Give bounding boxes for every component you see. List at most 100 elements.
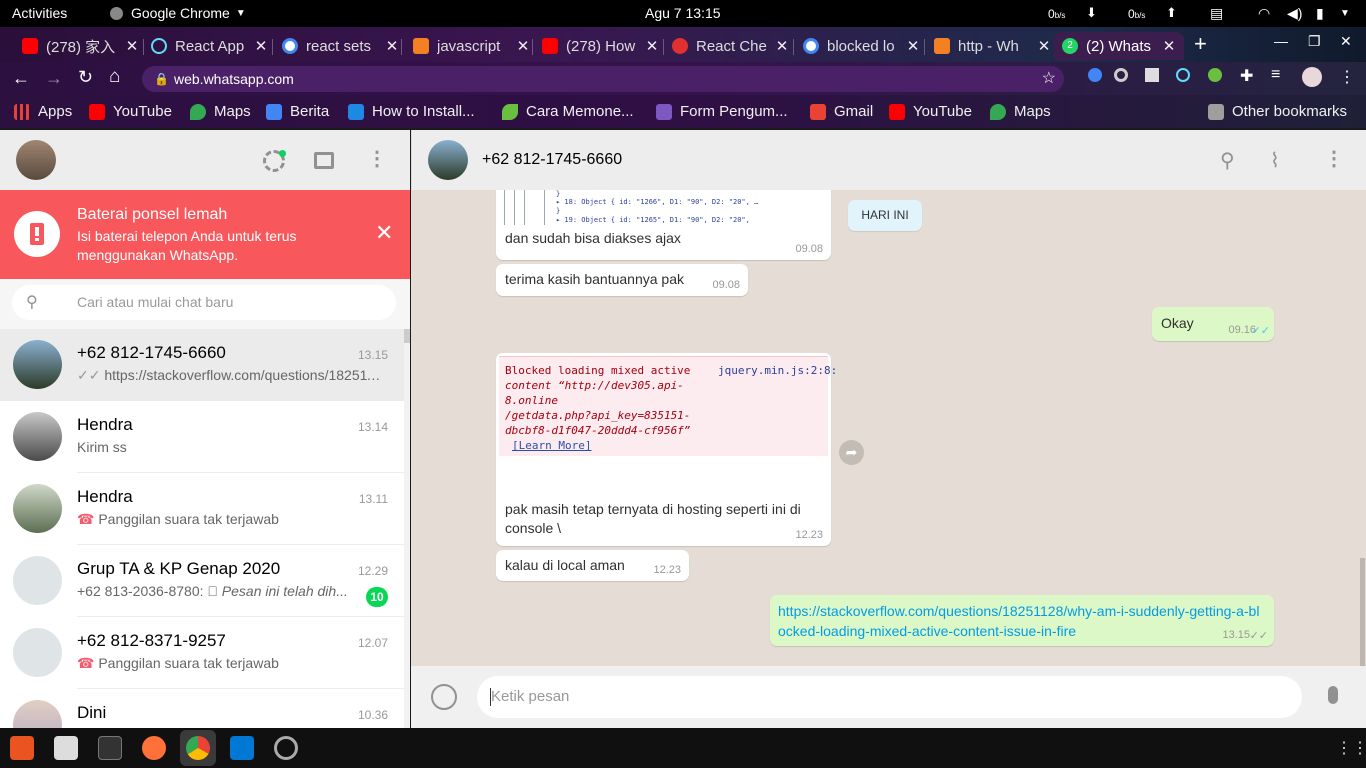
extension-color-icon[interactable] [1208,68,1222,82]
menu-icon[interactable]: ⋮ [1324,146,1344,171]
form-icon [656,103,672,120]
message-bubble-outgoing[interactable]: Okay 09.16 ✓✓ [1152,307,1274,341]
chat-list-item[interactable]: Dini 10.36 [0,689,404,728]
bookmark-apps[interactable]: Apps [14,103,72,120]
bookmark-other[interactable]: Other bookmarks [1208,103,1347,120]
extension-a-icon[interactable] [1088,68,1102,82]
contact-avatar[interactable] [428,140,468,180]
close-tab-icon[interactable]: ✕ [123,37,141,55]
chrome-icon[interactable] [186,736,210,760]
tab-0[interactable]: (278) 家入 ✕ [14,32,147,60]
chat-list-item[interactable]: +62 812-1745-6660 13.15 ✓✓ https://stack… [0,329,404,401]
microphone-icon[interactable] [1328,686,1338,704]
close-banner-icon[interactable]: ✕ [375,220,393,246]
extensions-puzzle-icon[interactable]: ✚ [1240,66,1253,86]
youtube-icon [22,38,38,54]
react-devtools-icon[interactable] [1176,68,1190,82]
search-icon[interactable]: ⚲ [1220,148,1235,173]
maximize-window-icon[interactable]: ❐ [1308,33,1321,50]
bookmark-berita[interactable]: Berita [266,103,329,120]
tab-7[interactable]: http - Wh ✕ [926,32,1059,60]
bookmark-gmail[interactable]: Gmail [810,103,873,120]
tab-6[interactable]: blocked lo ✕ [795,32,928,60]
message-bubble-image[interactable]: } ▸ 18: Object { id: "1266", D1: "90", D… [496,190,831,260]
message-input[interactable]: Ketik pesan [477,676,1302,718]
lock-icon: 🔒 [154,72,169,86]
chat-list-item[interactable]: +62 812-8371-9257 12.07 ☎ Panggilan suar… [0,617,404,689]
system-menu-caret-icon[interactable]: ▼ [1340,8,1350,19]
activities-button[interactable]: Activities [12,5,67,21]
bookmark-youtube-2[interactable]: YouTube [889,103,972,120]
search-input[interactable]: ⚲ Cari atau mulai chat baru [12,285,396,320]
contact-name[interactable]: +62 812-1745-6660 [482,151,622,169]
bookmark-maps-2[interactable]: Maps [990,103,1051,120]
back-icon[interactable]: ← [12,68,30,89]
profile-avatar[interactable] [1302,67,1322,87]
media-queue-icon[interactable]: ≡ [1271,66,1280,84]
stackoverflow-icon [413,38,429,54]
minimize-window-icon[interactable]: — [1274,33,1288,49]
attach-icon[interactable]: ⌇ [1270,148,1280,173]
banner-line-2: menggunakan WhatsApp. [77,247,239,263]
forward-icon[interactable]: ➦ [839,440,864,465]
terminal-icon[interactable] [98,736,122,760]
tab-5[interactable]: React Che ✕ [664,32,797,60]
close-tab-icon[interactable]: ✕ [1160,37,1178,55]
bookmark-form-pengum[interactable]: Form Pengum... [656,103,788,120]
app-name: Google Chrome [131,5,230,21]
bookmark-how-to-install[interactable]: How to Install... [348,103,475,120]
chat-list-item[interactable]: Grup TA & KP Genap 2020 12.29 +62 813-20… [0,545,404,617]
message-bubble-outgoing[interactable]: https://stackoverflow.com/questions/1825… [770,595,1274,646]
settings-icon[interactable] [274,736,298,760]
wifi-icon[interactable]: ◠ [1258,5,1270,22]
emoji-icon[interactable] [431,684,457,710]
home-icon[interactable]: ⌂ [109,66,120,88]
message-link[interactable]: https://stackoverflow.com/questions/1825… [778,601,1266,641]
tab-2[interactable]: react sets ✕ [274,32,407,60]
tab-3[interactable]: javascript ✕ [405,32,538,60]
clock[interactable]: Agu 7 13:15 [645,5,721,21]
bookmark-star-icon[interactable]: ☆ [1042,66,1056,92]
message-list-scrollbar[interactable] [1360,558,1365,666]
chrome-menu-icon[interactable]: ⋮ [1339,67,1355,87]
my-avatar[interactable] [16,140,56,180]
chat-list-item[interactable]: Hendra 13.11 ☎ Panggilan suara tak terja… [0,473,404,545]
whatsapp-sidebar: ⋮ Baterai ponsel lemah Isi baterai telep… [0,130,410,728]
reload-icon[interactable]: ↻ [78,67,93,88]
tab-1[interactable]: React App ✕ [143,32,276,60]
battery-icon[interactable]: ▮ [1316,5,1324,22]
close-tab-icon[interactable]: ✕ [1035,37,1053,55]
new-tab-button[interactable]: + [1194,31,1207,57]
clipboard-icon[interactable]: ▤ [1210,5,1223,22]
software-center-icon[interactable] [10,736,34,760]
close-tab-icon[interactable]: ✕ [773,37,791,55]
vscode-icon[interactable] [230,736,254,760]
tab-4[interactable]: (278) How ✕ [534,32,667,60]
chat-list-scrollbar[interactable] [404,329,410,728]
message-bubble[interactable]: terima kasih bantuannya pak 09.08 [496,264,748,296]
close-window-icon[interactable]: ✕ [1340,33,1352,50]
bookmark-youtube[interactable]: YouTube [89,103,172,120]
bookmark-cara-memone[interactable]: Cara Memone... [502,103,634,120]
new-chat-icon[interactable] [314,152,334,169]
tab-whatsapp-active[interactable]: 2 (2) Whats ✕ [1054,32,1184,60]
extension-ring-icon[interactable] [1114,68,1128,82]
menu-icon[interactable]: ⋮ [367,146,387,171]
forward-icon[interactable]: → [45,68,63,89]
close-tab-icon[interactable]: ✕ [904,37,922,55]
chat-list-item[interactable]: Hendra 13.14 Kirim ss [0,401,404,473]
files-icon[interactable] [54,736,78,760]
show-apps-grid-icon[interactable]: ⋮⋮ [1336,738,1366,758]
close-tab-icon[interactable]: ✕ [383,37,401,55]
close-tab-icon[interactable]: ✕ [252,37,270,55]
bookmark-maps[interactable]: Maps [190,103,251,120]
message-bubble-image[interactable]: Blocked loading mixed active content “ht… [496,353,837,546]
close-tab-icon[interactable]: ✕ [643,37,661,55]
address-bar[interactable]: 🔒 web.whatsapp.com ☆ [142,66,1064,92]
close-tab-icon[interactable]: ✕ [514,37,532,55]
qr-code-icon[interactable] [1145,68,1159,82]
firefox-icon[interactable] [142,736,166,760]
app-menu[interactable]: Google Chrome ▼ [110,5,246,21]
message-bubble[interactable]: kalau di local aman 12.23 [496,550,689,581]
volume-icon[interactable]: ◀) [1287,5,1302,22]
